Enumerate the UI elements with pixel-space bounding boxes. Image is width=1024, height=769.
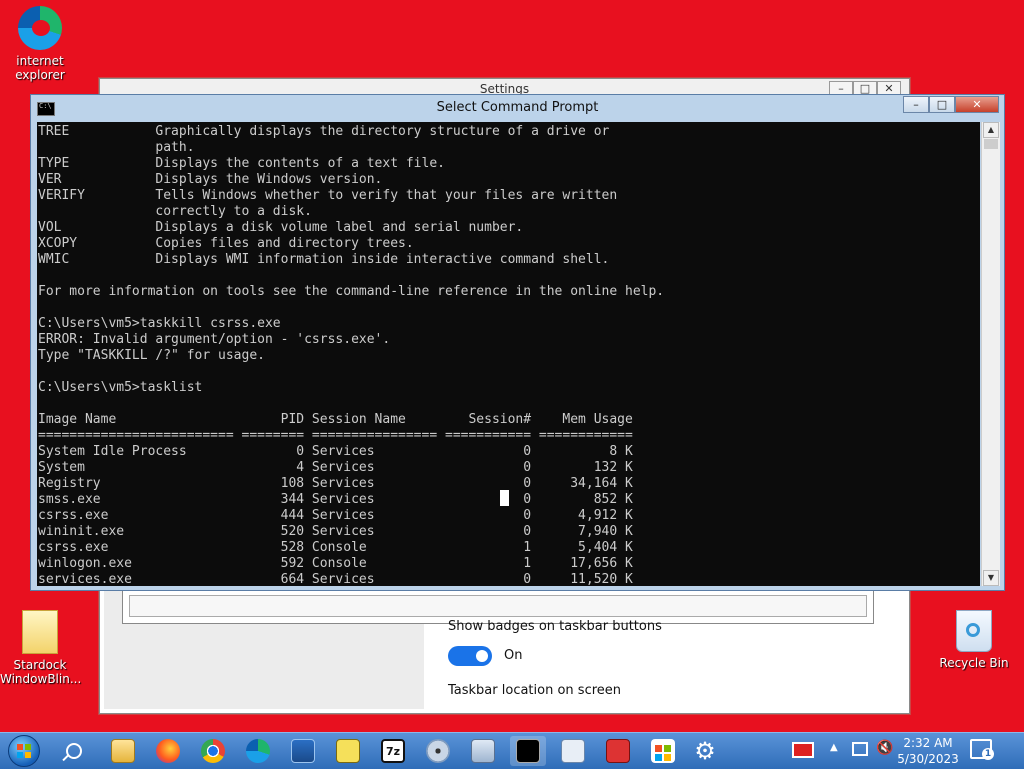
taskbar-location-label: Taskbar location on screen <box>448 683 622 698</box>
desktop-icon-label: Recycle Bin <box>939 656 1009 670</box>
taskbar-settings[interactable]: ⚙ <box>687 736 723 766</box>
taskbar-image-viewer[interactable] <box>465 736 501 766</box>
store-icon <box>651 739 675 763</box>
taskbar-chrome[interactable] <box>195 736 231 766</box>
desktop-icon-stardock[interactable]: Stardock WindowBlin... <box>0 610 82 686</box>
document-icon <box>561 739 585 763</box>
gear-icon: ⚙ <box>694 737 716 765</box>
desktop-icon-label: Stardock WindowBlin... <box>0 658 82 686</box>
command-prompt-icon <box>516 739 540 763</box>
7zip-icon: 7z <box>381 739 405 763</box>
close-button[interactable]: ✕ <box>955 96 999 113</box>
folder-icon <box>22 610 58 654</box>
chevron-up-icon[interactable]: ▲ <box>830 742 838 753</box>
show-badges-label: Show badges on taskbar buttons <box>448 619 662 634</box>
firefox-icon <box>156 739 180 763</box>
taskbar-notepad[interactable] <box>330 736 366 766</box>
taskbar: 7z ⚙ ▲ 🔇 2:32 AM 5/30/2023 1 <box>0 732 1024 769</box>
start-button[interactable] <box>4 735 44 767</box>
folder-icon <box>111 739 135 763</box>
desktop-icon-label: internet explorer <box>15 54 65 82</box>
maximize-button[interactable]: □ <box>929 96 955 113</box>
taskbar-disc-tool[interactable] <box>420 736 456 766</box>
scroll-down-icon[interactable]: ▼ <box>983 570 999 586</box>
toolbox-icon <box>606 739 630 763</box>
taskbar-7zip[interactable]: 7z <box>375 736 411 766</box>
volume-muted-icon[interactable]: 🔇 <box>876 740 893 756</box>
vertical-scrollbar[interactable]: ▲ ▼ <box>981 122 1000 586</box>
taskbar-firefox[interactable] <box>150 736 186 766</box>
desktop-icon-internet-explorer[interactable]: internet explorer <box>0 6 80 82</box>
search-icon <box>62 743 82 762</box>
mouse-cursor-icon <box>500 490 509 506</box>
taskbar-store[interactable] <box>645 736 681 766</box>
recycle-bin-icon <box>956 610 992 652</box>
scroll-thumb[interactable] <box>984 139 998 149</box>
desktop-icon-recycle-bin[interactable]: Recycle Bin <box>934 610 1014 670</box>
news-icon[interactable] <box>792 742 814 758</box>
image-viewer-icon <box>471 739 495 763</box>
chrome-icon <box>201 739 225 763</box>
notification-count-badge: 1 <box>982 748 994 760</box>
taskbar-photos[interactable] <box>285 736 321 766</box>
disc-icon <box>426 739 450 763</box>
minimize-button[interactable]: – <box>903 96 929 113</box>
windows-logo-icon <box>8 735 40 767</box>
photos-icon <box>291 739 315 763</box>
taskbar-edge[interactable] <box>240 736 276 766</box>
command-prompt-window: Select Command Prompt – □ ✕ TREE Graphic… <box>30 94 1005 591</box>
console-output[interactable]: TREE Graphically displays the directory … <box>37 122 980 586</box>
taskbar-toolbox[interactable] <box>600 736 636 766</box>
cmd-titlebar[interactable]: Select Command Prompt – □ ✕ <box>31 95 1004 121</box>
notepad-icon <box>336 739 360 763</box>
taskbar-file-explorer[interactable] <box>105 736 141 766</box>
notification-center-button[interactable]: 1 <box>970 739 994 760</box>
toggle-state-label: On <box>504 648 523 663</box>
cmd-title: Select Command Prompt <box>436 100 599 115</box>
console-text: TREE Graphically displays the directory … <box>38 124 665 586</box>
taskbar-search[interactable] <box>56 736 92 766</box>
show-badges-toggle[interactable] <box>448 646 492 666</box>
edge-icon <box>18 6 62 50</box>
clock-time: 2:32 AM <box>903 736 953 750</box>
taskbar-document-viewer[interactable] <box>555 736 591 766</box>
network-icon[interactable] <box>852 742 868 756</box>
edge-icon <box>246 739 270 763</box>
taskbar-command-prompt[interactable] <box>510 736 546 766</box>
clock-date: 5/30/2023 <box>897 752 959 766</box>
scroll-up-icon[interactable]: ▲ <box>983 122 999 138</box>
taskbar-clock[interactable]: 2:32 AM 5/30/2023 <box>897 735 959 767</box>
